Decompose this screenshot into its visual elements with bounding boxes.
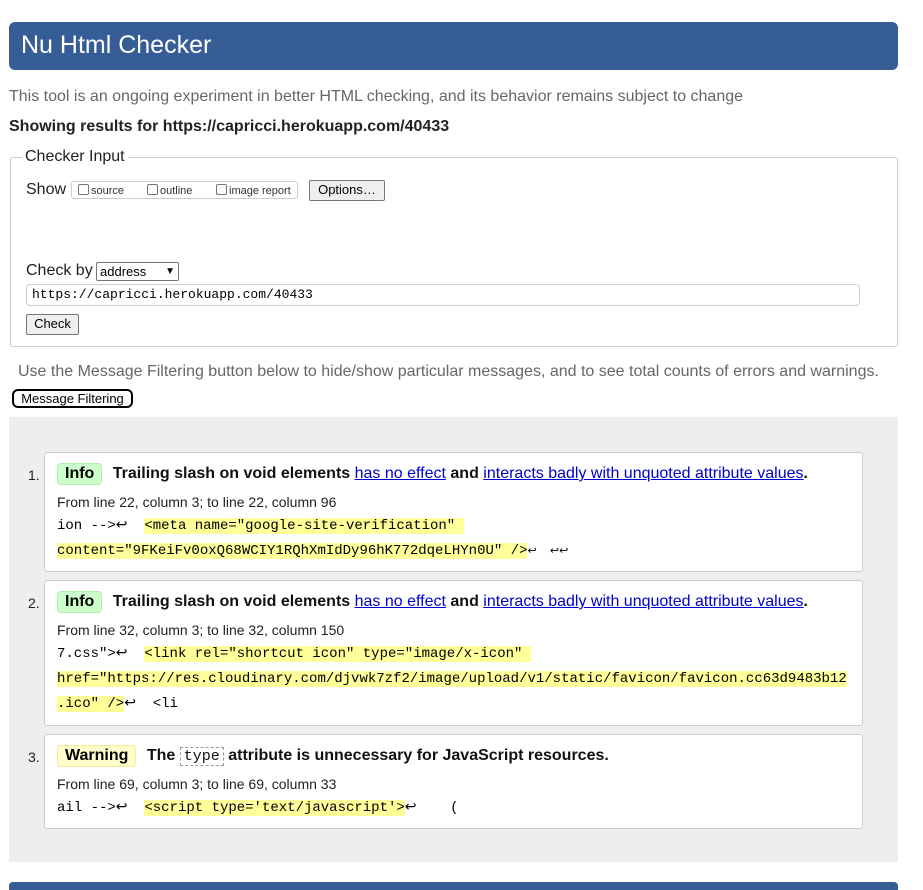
message-text: attribute is unnecessary for JavaScript … [223,747,609,764]
message-heading: Info Trailing slash on void elements has… [57,463,808,485]
warning-badge: Warning [57,745,137,767]
check-by-label: Check by [26,262,93,279]
message-number: 1. [28,467,40,483]
url-input[interactable]: https://capricci.herokuapp.com/40433 [26,284,860,306]
message-item: 2. Info Trailing slash on void elements … [28,580,863,726]
message-location: From line 32, column 3; to line 32, colu… [57,622,345,638]
checkbox-box[interactable] [216,184,227,195]
source-label: source [91,185,125,197]
source-checkbox[interactable]: source [78,184,124,197]
message-text: and [445,593,484,610]
extract-context: ↩ <li [124,696,178,712]
message-text: The [146,747,180,764]
show-label: Show [26,181,67,198]
options-button[interactable]: Options… [309,180,385,201]
message-number: 2. [28,595,40,611]
chevron-down-icon: ▼ [165,266,175,277]
extract-highlight: <link rel="shortcut icon" type="image/x-… [144,646,531,662]
message-text: . [803,465,808,482]
message-text: Trailing slash on void elements [112,593,355,610]
message-extract: ion -->↩ <meta name="google-site-verific… [57,514,568,565]
page-title: Nu Html Checker [21,31,212,59]
footer-bar [9,882,898,890]
extract-highlight: content="9FKeiFv0oxQ68WCIY1RQhXmIdDy96hK… [57,543,528,559]
extract-highlight: .ico" /> [57,696,125,712]
checkbox-box[interactable] [147,184,158,195]
extract-context: ↩ ( [404,800,459,816]
intro-text: This tool is an ongoing experiment in be… [9,88,744,105]
message-location: From line 69, column 3; to line 69, colu… [57,776,337,792]
showing-url: https://capricci.herokuapp.com/40433 [162,118,450,135]
checkbox-box[interactable] [78,184,89,195]
extract-context: 7.css">↩ [57,646,145,662]
check-button[interactable]: Check [26,314,79,335]
extract-highlight: <meta name="google-site-verification" [144,518,464,534]
message-text: Trailing slash on void elements [112,465,355,482]
info-badge: Info [57,463,103,485]
filter-note: Use the Message Filtering button below t… [18,363,879,380]
checker-input-legend: Checker Input [22,148,128,166]
show-options-group: source outline image report [71,181,298,199]
has-no-effect-link[interactable]: has no effect [355,465,446,482]
extract-highlight: <script type='text/javascript'> [144,800,405,816]
extract-context: ion -->↩ [57,518,145,534]
info-badge: Info [57,591,103,613]
message-location: From line 22, column 3; to line 22, colu… [57,494,337,510]
header-banner: Nu Html Checker [9,22,898,70]
message-text: . [803,593,808,610]
showing-results: Showing results for https://capricci.her… [9,118,449,136]
message-extract: ail -->↩ <script type='text/javascript'>… [57,796,459,821]
unquoted-attribute-link[interactable]: interacts badly with unquoted attribute … [483,593,803,610]
has-no-effect-link[interactable]: has no effect [355,593,446,610]
results-panel: 1. Info Trailing slash on void elements … [9,417,898,862]
image-report-checkbox[interactable]: image report [216,184,291,197]
unquoted-attribute-link[interactable]: interacts badly with unquoted attribute … [483,465,803,482]
image-report-label: image report [229,185,291,197]
check-by-select[interactable]: address ▼ [96,262,179,281]
outline-label: outline [160,185,193,197]
message-text: and [445,465,484,482]
message-heading: Warning The type attribute is unnecessar… [57,745,609,767]
message-item: 3. Warning The type attribute is unneces… [28,734,863,829]
message-filtering-button[interactable]: Message Filtering [12,389,133,408]
showing-prefix: Showing results for [9,118,163,135]
attribute-code: type [179,747,224,766]
check-by-value: address [100,264,147,279]
message-heading: Info Trailing slash on void elements has… [57,591,808,613]
extract-context: ↩ ↩↩ [527,546,569,558]
extract-context: ail -->↩ [57,800,145,816]
checker-input-fieldset: Checker Input Show source outline image … [10,148,898,347]
message-number: 3. [28,749,40,765]
message-extract: 7.css">↩ <link rel="shortcut icon" type=… [57,642,847,717]
outline-checkbox[interactable]: outline [147,184,192,197]
message-item: 1. Info Trailing slash on void elements … [28,452,863,572]
extract-highlight: href="https://res.cloudinary.com/djvwk7z… [57,671,847,687]
